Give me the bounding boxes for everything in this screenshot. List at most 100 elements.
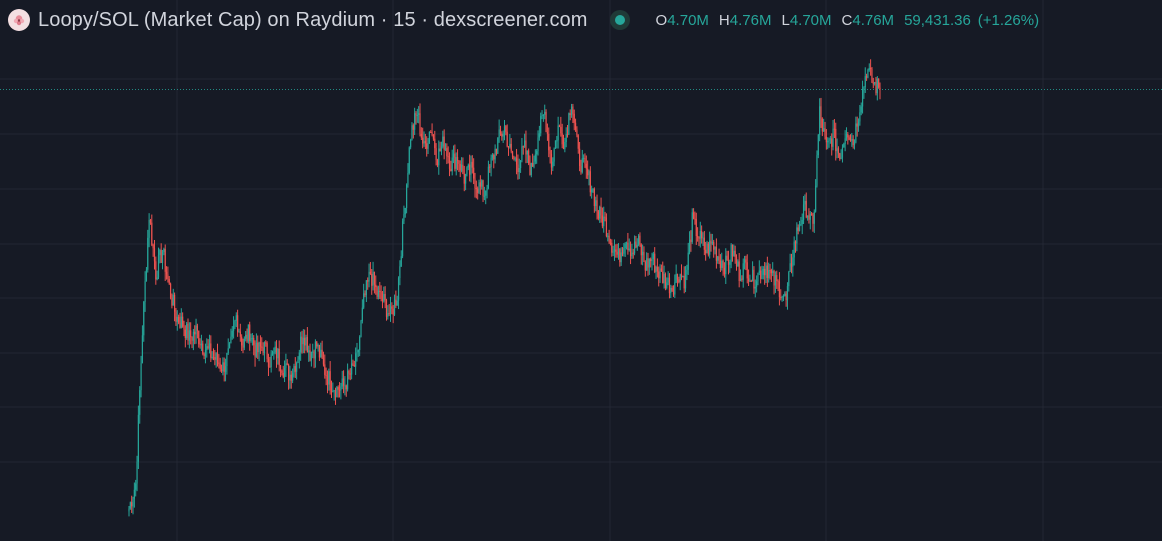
candle-body — [495, 148, 498, 154]
candle-body — [168, 278, 170, 284]
candle-body — [279, 365, 282, 371]
candle-body — [296, 362, 298, 372]
candle-body — [727, 260, 730, 265]
candle-body — [542, 114, 544, 116]
candle-body — [270, 354, 272, 368]
candle-body — [255, 342, 258, 357]
candle-body — [698, 237, 700, 239]
candle-body — [560, 126, 562, 134]
candle-body — [404, 208, 406, 215]
candle-body — [836, 148, 838, 152]
candle-body — [348, 371, 350, 374]
candle-body — [852, 139, 854, 146]
candle-body — [204, 350, 207, 357]
candle-body — [432, 135, 435, 139]
candle-body — [801, 219, 803, 225]
candle-body — [603, 216, 605, 227]
candle-body — [670, 287, 672, 294]
candle-body — [399, 266, 401, 278]
candle-body — [381, 298, 384, 302]
candle-body — [713, 241, 715, 250]
candle-body — [486, 188, 488, 191]
candle-body — [686, 269, 688, 275]
candle-body — [715, 246, 717, 261]
candle-body — [809, 213, 811, 220]
candle-body — [151, 222, 153, 245]
candle-body — [572, 106, 574, 114]
candle-body — [460, 164, 463, 171]
candle-body — [451, 157, 453, 172]
candle-body — [380, 291, 382, 299]
candle-body — [353, 365, 355, 367]
candle-body — [802, 204, 805, 220]
candle-body — [257, 342, 259, 353]
candle-body — [663, 273, 665, 284]
candle-body — [414, 113, 416, 130]
candle-body — [833, 128, 836, 130]
candle-body — [506, 131, 508, 147]
candle-body — [765, 265, 767, 276]
candle-body — [249, 324, 251, 341]
candle-body — [719, 260, 722, 268]
candle-body — [746, 262, 748, 279]
candle-body — [623, 247, 625, 254]
chart-header: Loopy/SOL (Market Cap) on Raydium · 15 ·… — [8, 7, 1154, 33]
candle-body — [440, 146, 443, 152]
candle-body — [749, 280, 751, 282]
candle-body — [447, 156, 449, 158]
candle-body — [478, 182, 480, 193]
candle-body — [253, 337, 255, 346]
candle-body — [843, 143, 845, 148]
candle-body — [867, 69, 869, 78]
candle-body — [137, 414, 139, 462]
ohlc-open: O4.70M — [655, 11, 709, 29]
candle-body — [490, 157, 492, 168]
candle-body — [824, 128, 826, 137]
candle-body — [844, 138, 846, 144]
candle-body — [203, 353, 205, 357]
candle-body — [361, 307, 363, 321]
candle-body — [183, 326, 185, 330]
candle-body — [471, 161, 473, 168]
candle-body — [267, 358, 270, 367]
candle-body — [865, 76, 868, 78]
candle-body — [208, 343, 211, 349]
candle-body — [286, 363, 288, 365]
candle-body — [640, 244, 642, 256]
candle-body — [738, 261, 740, 281]
candle-body — [275, 346, 278, 359]
candle-body — [317, 344, 319, 347]
candle-body — [796, 227, 798, 244]
candle-body — [439, 148, 441, 152]
candle-body — [469, 164, 471, 175]
candle-body — [739, 278, 742, 281]
candle-body — [519, 160, 522, 169]
candle-body — [592, 188, 594, 190]
candle-body — [553, 148, 555, 162]
candle-body — [147, 237, 149, 270]
chart-root[interactable]: Loopy/SOL (Market Cap) on Raydium · 15 ·… — [0, 0, 1162, 541]
candle-body — [780, 297, 782, 299]
candle-body — [250, 338, 252, 341]
candle-body — [238, 331, 240, 333]
candle-body — [835, 128, 837, 152]
candle-body — [318, 344, 321, 358]
candle-body — [455, 157, 457, 169]
candle-body — [691, 212, 693, 242]
candle-body — [601, 215, 603, 227]
candle-body — [446, 148, 448, 157]
candle-body — [333, 390, 335, 392]
candle-body — [878, 78, 880, 88]
candle-body — [521, 146, 523, 161]
candle-body — [251, 337, 253, 339]
candle-body — [211, 356, 213, 358]
candle-body — [411, 125, 413, 140]
candle-body — [776, 275, 778, 281]
candle-body — [595, 200, 597, 206]
candle-body — [360, 320, 362, 337]
candle-body — [662, 271, 664, 284]
candle-body — [667, 277, 669, 283]
price-chart[interactable] — [0, 0, 1162, 541]
candle-body — [308, 350, 310, 353]
candle-body — [688, 239, 691, 253]
